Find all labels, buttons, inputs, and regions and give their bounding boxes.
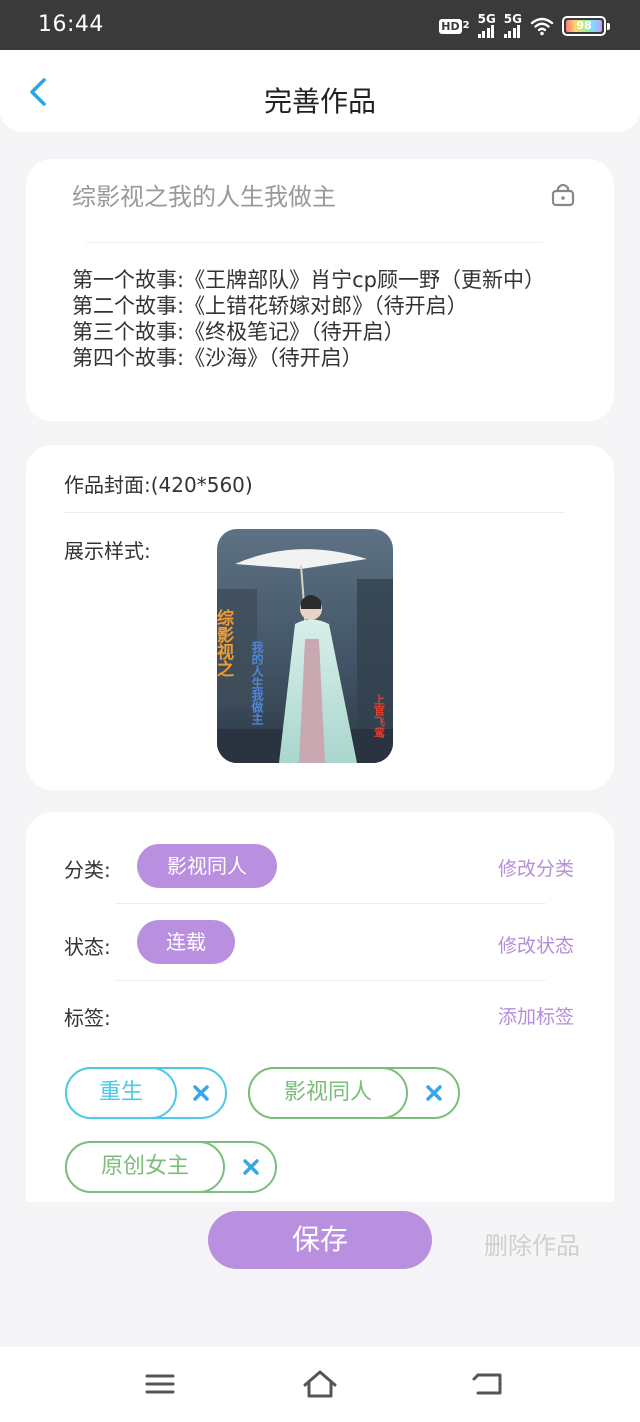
tags-label: 标签: [64,1006,111,1030]
close-icon[interactable] [239,1155,263,1179]
system-nav-bar [0,1347,640,1422]
status-icons: HD 2 5G 5G 98 [439,13,610,38]
app-header: 完善作品 [0,50,640,132]
back-nav-icon[interactable] [468,1369,508,1399]
divider [86,242,542,243]
edit-status-link[interactable]: 修改状态 [498,931,574,958]
hd-icon: HD 2 [439,18,470,34]
add-tag-link[interactable]: 添加标签 [498,1002,574,1029]
menu-icon[interactable] [140,1369,180,1399]
delete-work-button[interactable]: 删除作品 [484,1226,580,1261]
tag-label[interactable]: 原创女主 [65,1141,225,1193]
edit-category-link[interactable]: 修改分类 [498,854,574,881]
display-style-label: 展示样式: [64,539,151,563]
status-bar: 16:44 HD 2 5G 5G 98 [0,0,640,50]
status-label: 状态: [64,935,111,959]
battery-icon: 98 [562,16,610,36]
save-button[interactable]: 保存 [208,1211,432,1269]
work-description[interactable]: 第一个故事:《王牌部队》肖宁cp顾一野（更新中） 第二个故事:《上错花轿嫁对郎》… [72,267,552,371]
tag-chip: 影视同人 [248,1067,460,1119]
tag-label[interactable]: 重生 [65,1067,177,1119]
category-chip[interactable]: 影视同人 [137,844,277,888]
cover-overlay-text-1: 综影视之 [217,608,234,678]
meta-card: 分类: 影视同人 修改分类 状态: 连载 修改状态 标签: 添加标签 重生 影视… [26,812,614,1202]
lock-icon[interactable] [550,181,576,207]
cover-card: 作品封面:(420*560) 展示样式: 综影视之 我的人生我做主 上官飞鸾 [26,445,614,790]
status-time: 16:44 [38,12,104,37]
cover-image[interactable]: 综影视之 我的人生我做主 上官飞鸾 [217,529,393,763]
cover-overlay-text-3: 上官飞鸾 [373,693,386,739]
wifi-icon [530,17,554,36]
cover-overlay-text-2: 我的人生我做主 [250,640,264,726]
home-icon[interactable] [300,1369,340,1399]
category-label: 分类: [64,858,111,882]
divider [116,903,546,904]
page-title: 完善作品 [263,85,376,118]
signal-5g-icon: 5G [503,13,522,38]
status-chip[interactable]: 连载 [137,920,235,964]
work-info-card: 综影视之我的人生我做主 第一个故事:《王牌部队》肖宁cp顾一野（更新中） 第二个… [26,159,614,421]
cover-size: (420*560) [150,473,253,497]
work-title[interactable]: 综影视之我的人生我做主 [72,177,336,212]
cover-label: 作品封面:(420*560) [64,473,253,497]
divider [64,512,564,513]
tag-label[interactable]: 影视同人 [248,1067,408,1119]
signal-5g-icon: 5G [477,13,496,38]
battery-level: 98 [566,20,602,32]
tag-chip: 原创女主 [65,1141,277,1193]
close-icon[interactable] [189,1081,213,1105]
tag-chip: 重生 [65,1067,227,1119]
divider [116,980,546,981]
close-icon[interactable] [422,1081,446,1105]
